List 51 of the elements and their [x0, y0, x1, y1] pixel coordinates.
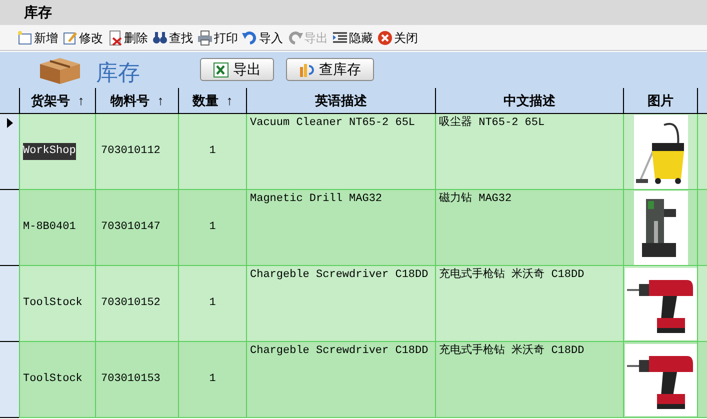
toolbar-button[interactable]: 删除: [106, 28, 149, 46]
printer-icon: [197, 30, 213, 46]
undo-arrow-icon: [242, 30, 258, 46]
indent-icon: [332, 30, 348, 46]
column-header[interactable]: 物料号 ↑: [95, 88, 178, 114]
toolbar-button[interactable]: 关闭: [376, 28, 419, 46]
table-cell: 703010153: [95, 342, 178, 418]
header-button[interactable]: 查库存: [286, 58, 374, 81]
window-title: 库存: [0, 0, 707, 25]
table-cell: Magnetic Drill MAG32: [246, 190, 435, 266]
table-cell: 1: [178, 342, 246, 418]
toolbar-button[interactable]: 打印: [196, 28, 239, 46]
edit-icon: [62, 30, 78, 46]
table-cell: 1: [178, 114, 246, 190]
toolbar-button[interactable]: 查找: [151, 28, 194, 46]
toolbar-button[interactable]: 隐藏: [331, 28, 374, 46]
column-header[interactable]: 货架号 ↑: [19, 88, 95, 114]
table-cell-text: M-8B0401: [23, 220, 76, 236]
toolbar-button[interactable]: 修改: [61, 28, 104, 46]
column-header[interactable]: 英语描述: [246, 88, 435, 114]
table-cell: 充电式手枪钻 米沃奇 C18DD: [435, 342, 623, 418]
current-row-icon: [6, 118, 12, 128]
new-document-icon: [17, 30, 33, 46]
toolbar-button[interactable]: 导入: [241, 28, 284, 46]
table-cell: 充电式手枪钻 米沃奇 C18DD: [435, 266, 623, 342]
close-icon: [377, 30, 393, 46]
table-cell: 磁力钻 MAG32: [435, 190, 623, 266]
delete-icon: [107, 30, 123, 46]
column-header[interactable]: 中文描述: [435, 88, 623, 114]
column-header[interactable]: 图片: [623, 88, 697, 114]
table-cell-text: ToolStock: [23, 296, 82, 312]
column-header[interactable]: 数量 ↑: [178, 88, 246, 114]
table-cell-text: ToolStock: [23, 372, 82, 388]
table-cell: 1: [178, 266, 246, 342]
row-header[interactable]: [0, 114, 19, 190]
table-cell: 吸尘器 NT65-2 65L: [435, 114, 623, 190]
table-cell: 703010147: [95, 190, 178, 266]
binoculars-icon: [152, 30, 168, 46]
table-cell: 1: [178, 190, 246, 266]
table-cell: Chargeble Screwdriver C18DD: [246, 342, 435, 418]
panel-title: 库存: [96, 62, 140, 84]
table-cell: Chargeble Screwdriver C18DD: [246, 266, 435, 342]
chart-refresh-icon: [299, 62, 315, 78]
table-cell: WorkShop: [23, 143, 76, 160]
table-cell: Vacuum Cleaner NT65-2 65L: [246, 114, 435, 190]
toolbar-button[interactable]: 新增: [16, 28, 59, 46]
table-cell: 703010112: [95, 114, 178, 190]
header-button[interactable]: 导出: [200, 58, 274, 81]
spreadsheet-icon: [213, 62, 229, 78]
redo-arrow-icon: [287, 30, 303, 46]
table-cell: 703010152: [95, 266, 178, 342]
